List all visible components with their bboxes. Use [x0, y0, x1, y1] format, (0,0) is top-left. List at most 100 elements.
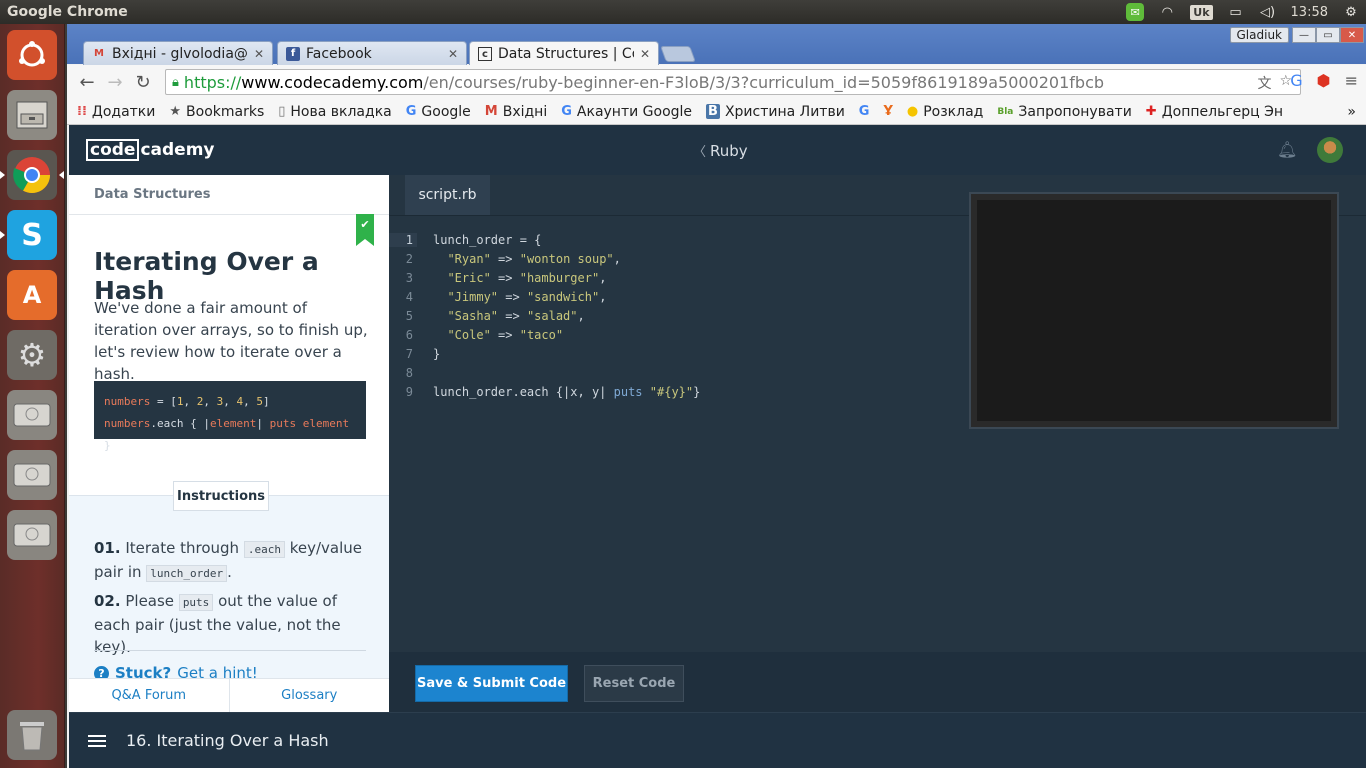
- maximize-icon[interactable]: ▭: [1316, 27, 1340, 43]
- close-icon[interactable]: ✕: [448, 47, 458, 61]
- messaging-icon[interactable]: ✉: [1126, 3, 1145, 21]
- translate-icon[interactable]: 文: [1257, 73, 1271, 93]
- adblock-icon[interactable]: ⬢: [1317, 71, 1331, 90]
- back-icon[interactable]: ←: [73, 68, 101, 96]
- tab-facebook[interactable]: f Facebook ✕: [277, 41, 467, 65]
- disk-drive-icon[interactable]: [7, 450, 57, 500]
- bookmark-label: Христина Литви: [724, 103, 845, 120]
- clock[interactable]: 13:58: [1291, 5, 1328, 20]
- bookmark-google-accounts[interactable]: G Акаунти Google: [561, 104, 692, 120]
- bookmark-new-tab[interactable]: ▯ Нова вкладка: [278, 104, 391, 120]
- vk-icon: B: [706, 104, 720, 119]
- wifi-icon[interactable]: ◠: [1158, 4, 1176, 20]
- bookmarks-overflow-button[interactable]: »: [1347, 104, 1356, 120]
- code-sample-line: numbers.each { |element| puts element }: [104, 413, 356, 457]
- bookmark-apps[interactable]: ⁞⁞ Додатки: [77, 104, 155, 120]
- qa-forum-link[interactable]: Q&A Forum: [69, 679, 229, 712]
- reset-code-button[interactable]: Reset Code: [584, 665, 684, 702]
- code-line[interactable]: 9 lunch_order.each {|x, y| puts "#{y}"}: [389, 382, 701, 401]
- battery-icon[interactable]: ▭: [1227, 4, 1245, 20]
- code-line[interactable]: 8: [389, 363, 700, 382]
- bookmark-schedule[interactable]: ● Розклад: [907, 104, 983, 120]
- code-line[interactable]: 6 "Cole" => "taco": [389, 325, 700, 344]
- code-line[interactable]: 2 "Ryan" => "wonton soup",: [389, 249, 700, 268]
- tab-codecademy[interactable]: c Data Structures | Co ✕: [469, 41, 659, 66]
- hamburger-menu-icon[interactable]: [88, 734, 106, 747]
- system-settings-icon[interactable]: ⚙: [7, 330, 57, 380]
- google-icon: G: [858, 104, 870, 119]
- code-line[interactable]: 1 lunch_order = {: [389, 230, 700, 249]
- code-area[interactable]: 1 lunch_order = {2 "Ryan" => "wonton soup…: [389, 230, 700, 401]
- code-text: lunch_order.each {|x, y| puts "#{y}"}: [417, 385, 700, 399]
- trash-icon[interactable]: [7, 710, 57, 760]
- new-tab-button[interactable]: [660, 46, 696, 62]
- code-line[interactable]: 7}: [389, 344, 700, 363]
- bookmark-blabla[interactable]: Bla Запропонувати: [997, 104, 1131, 120]
- sample-number: 2: [196, 395, 204, 408]
- software-center-icon[interactable]: A: [7, 270, 57, 320]
- logo-box-text: code: [86, 139, 140, 161]
- google-translate-extension-icon[interactable]: G: [1290, 71, 1302, 90]
- files-icon[interactable]: [7, 90, 57, 140]
- forward-icon[interactable]: →: [101, 68, 129, 96]
- lesson-intro: We've done a fair amount of iteration ov…: [94, 299, 368, 383]
- page-icon: ▯: [278, 104, 286, 119]
- bookmark-ya[interactable]: Ұ: [883, 104, 892, 119]
- code-line[interactable]: 4 "Jimmy" => "sandwich",: [389, 287, 700, 306]
- codecademy-logo[interactable]: code cademy: [86, 139, 215, 161]
- tab-label: Facebook: [306, 45, 372, 62]
- line-number: 2: [405, 251, 413, 266]
- code-token: "taco": [519, 327, 564, 342]
- bookmark-bookmarks[interactable]: ★ Bookmarks: [169, 104, 264, 120]
- avatar[interactable]: [1317, 137, 1343, 163]
- inline-code: .each: [243, 541, 285, 558]
- code-line[interactable]: 3 "Eric" => "hamburger",: [389, 268, 700, 287]
- course-nav[interactable]: 〈 Ruby: [693, 141, 748, 160]
- code-token: "hamburger": [519, 270, 600, 285]
- skype-icon[interactable]: S: [7, 210, 57, 260]
- bookmark-vk[interactable]: B Христина Литви: [706, 104, 845, 120]
- window-close-icon[interactable]: ✕: [1340, 27, 1364, 43]
- close-icon[interactable]: ✕: [254, 47, 264, 61]
- browser-toolbar: ← → ↻ 🔒︎ https://www.codecademy.com/en/c…: [67, 65, 1366, 99]
- volume-icon[interactable]: ◁): [1259, 4, 1277, 20]
- bookmark-google[interactable]: G Google: [406, 104, 471, 120]
- code-token: ,: [599, 289, 607, 304]
- chrome-icon[interactable]: [7, 150, 57, 200]
- ubuntu-dash-icon[interactable]: [7, 30, 57, 80]
- glossary-link[interactable]: Glossary: [228, 679, 390, 712]
- reload-icon[interactable]: ↻: [129, 68, 157, 96]
- bookmark-google-2[interactable]: G: [859, 104, 870, 119]
- inline-code: puts: [178, 594, 214, 611]
- power-gear-icon[interactable]: ⚙: [1342, 4, 1360, 20]
- code-line[interactable]: 5 "Sasha" => "salad",: [389, 306, 700, 325]
- apps-icon: ⁞⁞: [77, 104, 87, 119]
- code-token: "sandwich": [526, 289, 600, 304]
- notification-bell-icon[interactable]: 🔔︎: [1277, 140, 1297, 159]
- chrome-menu-icon[interactable]: ≡: [1345, 71, 1358, 90]
- code-token: =>: [490, 327, 520, 342]
- close-icon[interactable]: ✕: [640, 47, 650, 61]
- browser-window: M Вхідні - glvolodia@g ✕ f Facebook ✕ c …: [67, 24, 1366, 768]
- sample-token: numbers: [104, 395, 151, 408]
- disk-drive-icon[interactable]: [7, 390, 57, 440]
- minimize-icon[interactable]: —: [1292, 27, 1316, 43]
- launcher: S A ⚙: [0, 24, 65, 768]
- file-tab-script[interactable]: script.rb: [405, 175, 490, 215]
- address-bar[interactable]: 🔒︎ https://www.codecademy.com/en/courses…: [165, 69, 1301, 95]
- keyboard-layout-indicator[interactable]: Uk: [1190, 4, 1213, 20]
- bookmark-doppelherz[interactable]: ✚ Доппельгерц Эн: [1146, 104, 1283, 120]
- save-submit-button[interactable]: Save & Submit Code: [415, 665, 568, 702]
- current-exercise-title[interactable]: 16. Iterating Over a Hash: [126, 731, 329, 750]
- bookmark-inbox[interactable]: M Вхідні: [485, 104, 547, 120]
- disk-drive-icon[interactable]: [7, 510, 57, 560]
- code-token: ,: [599, 270, 607, 285]
- profile-button[interactable]: Gladiuk: [1229, 27, 1289, 43]
- tab-gmail[interactable]: M Вхідні - glvolodia@g ✕: [83, 41, 273, 65]
- code-sample: numbers = [1, 2, 3, 4, 5] numbers.each {…: [94, 381, 366, 452]
- instruction-item: 02. Please puts out the value of each pa…: [94, 590, 369, 658]
- code-token: }: [693, 384, 701, 399]
